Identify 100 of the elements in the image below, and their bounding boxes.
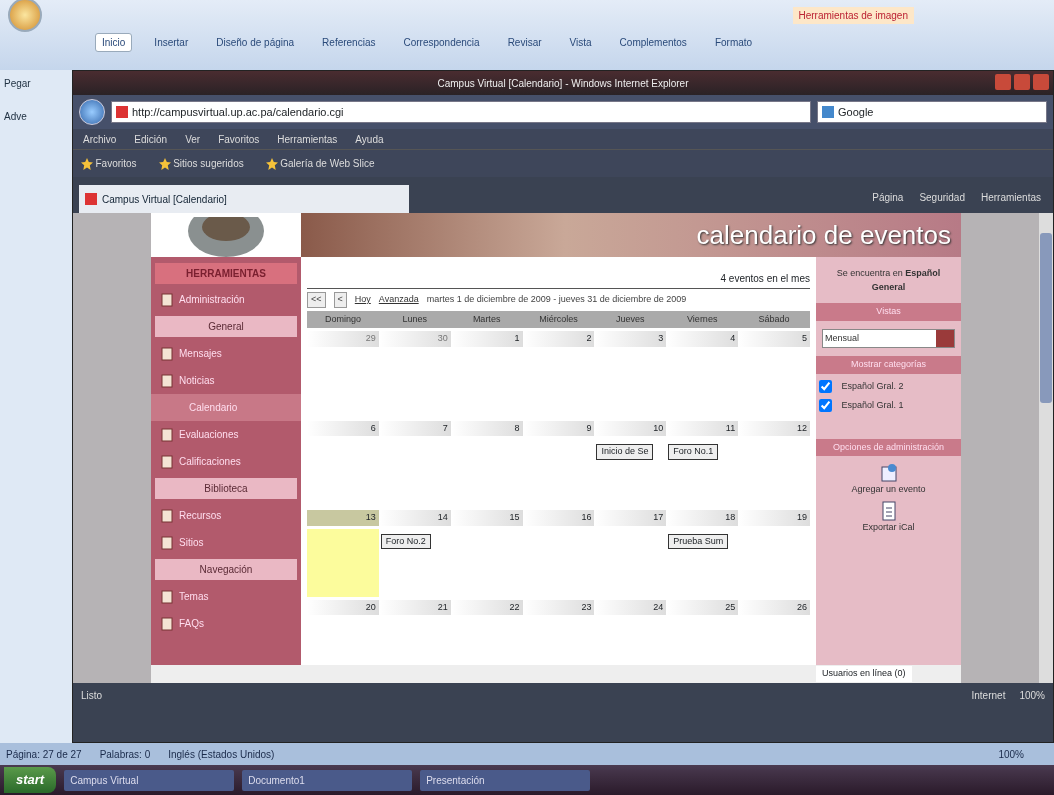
- security-zone: Internet: [971, 688, 1006, 703]
- favorite-link[interactable]: Galería de Web Slice: [265, 156, 375, 171]
- menu-section: Navegación: [155, 559, 297, 580]
- nav-button[interactable]: <: [333, 292, 347, 308]
- weekday-header: Jueves: [594, 310, 667, 328]
- ribbon-tab[interactable]: Formato: [708, 33, 759, 51]
- page-icon: [85, 193, 97, 205]
- weekday-header: Viernes: [666, 310, 739, 328]
- maximize-button[interactable]: [1014, 74, 1030, 90]
- document-icon: [161, 535, 173, 550]
- status-item: Página: 27 de 27: [6, 747, 82, 762]
- day-number: 13: [307, 510, 379, 526]
- action-link[interactable]: Agregar un evento: [851, 482, 926, 496]
- advanced-link[interactable]: Avanzada: [378, 293, 419, 307]
- menu-item[interactable]: Mensajes: [151, 340, 301, 367]
- menu-item[interactable]: Calificaciones: [151, 448, 301, 475]
- menu-item[interactable]: Edición: [134, 131, 168, 147]
- taskbar-button[interactable]: Campus Virtual: [64, 769, 235, 791]
- ribbon-tab[interactable]: Correspondencia: [397, 33, 486, 51]
- back-button[interactable]: [79, 99, 105, 125]
- zoom-level[interactable]: 100%: [998, 746, 1024, 762]
- ribbon-tab[interactable]: Vista: [563, 33, 598, 51]
- category-checkbox[interactable]: [818, 380, 832, 394]
- category-label: Español Gral. 2: [841, 380, 904, 393]
- weekday-header: Domingo: [307, 310, 379, 328]
- start-button[interactable]: start: [4, 767, 57, 793]
- view-select[interactable]: Mensual: [822, 328, 955, 348]
- event-button[interactable]: Foro No.1: [668, 444, 719, 460]
- menu-item[interactable]: FAQs: [151, 610, 301, 637]
- status-item: Inglés (Estados Unidos): [168, 747, 275, 762]
- menu-item[interactable]: Favoritos: [218, 131, 260, 147]
- close-button[interactable]: [1033, 74, 1049, 90]
- menu-item[interactable]: Evaluaciones: [151, 421, 301, 448]
- scrollbar-thumb[interactable]: [1040, 233, 1052, 403]
- side-label: Adve: [4, 110, 28, 124]
- toolbar-menu[interactable]: Herramientas: [980, 190, 1041, 205]
- event-button[interactable]: Prueba Sum: [668, 533, 729, 549]
- today-link[interactable]: Hoy: [354, 293, 371, 307]
- date-range: martes 1 de diciembre de 2009 - jueves 31 de diciembre de 2009: [426, 293, 687, 306]
- section-header: Mostrar categorías: [816, 356, 961, 374]
- page-banner: calendario de eventos: [301, 213, 961, 257]
- menu-item[interactable]: Sitios: [151, 529, 301, 556]
- menu-item[interactable]: Recursos: [151, 502, 301, 529]
- category-checkbox[interactable]: [818, 398, 832, 412]
- minimize-button[interactable]: [995, 74, 1011, 90]
- menu-section: Biblioteca: [155, 478, 297, 499]
- star-icon: [81, 157, 93, 170]
- section-header: Opciones de administración: [816, 438, 961, 456]
- weekday-header: Sábado: [738, 310, 810, 328]
- window-title: Campus Virtual [Calendario] - Windows Internet Explorer: [437, 76, 689, 91]
- menu-item[interactable]: Ayuda: [355, 131, 384, 147]
- document-icon: [161, 508, 173, 523]
- document-icon: [161, 346, 173, 361]
- search-field[interactable]: Google: [817, 101, 1047, 123]
- paste-label[interactable]: Pegar: [4, 76, 68, 91]
- taskbar-button[interactable]: Documento1: [242, 769, 413, 791]
- favorite-link[interactable]: Favoritos: [81, 156, 137, 171]
- status-item: Palabras: 0: [99, 747, 151, 762]
- category-label: Español Gral. 1: [841, 398, 904, 412]
- event-count: 4 eventos en el mes: [307, 267, 810, 289]
- menu-item[interactable]: Herramientas: [277, 131, 338, 147]
- favorite-link[interactable]: Sitios sugeridos: [158, 156, 244, 171]
- document-icon: [161, 373, 173, 388]
- document-icon: [161, 589, 173, 604]
- menu-item[interactable]: Administración: [151, 286, 301, 313]
- toolbar-menu[interactable]: Página: [872, 190, 904, 205]
- weekday-header: Lunes: [378, 310, 451, 328]
- browser-tab[interactable]: Campus Virtual [Calendario]: [79, 185, 409, 213]
- document-icon: [161, 454, 173, 469]
- context-tab[interactable]: Herramientas de imagen: [792, 6, 914, 24]
- action-link[interactable]: Exportar iCal: [862, 521, 915, 535]
- nav-button[interactable]: <<: [307, 292, 326, 308]
- search-provider-icon: [822, 106, 834, 118]
- menu-item[interactable]: Ver: [185, 131, 201, 147]
- ribbon-tab[interactable]: Diseño de página: [210, 33, 301, 51]
- toolbar-menu[interactable]: Seguridad: [919, 190, 965, 205]
- menu-title: HERRAMIENTAS: [155, 263, 297, 284]
- menu-item[interactable]: Archivo: [83, 131, 117, 147]
- menu-section: General: [155, 316, 297, 337]
- menu-item[interactable]: Temas: [151, 583, 301, 610]
- ribbon-tab[interactable]: Referencias: [316, 33, 382, 51]
- ribbon-tab[interactable]: Insertar: [148, 33, 195, 51]
- page-icon: [116, 106, 128, 118]
- taskbar-button[interactable]: Presentación: [420, 769, 591, 791]
- address-field[interactable]: http://campusvirtual.up.ac.pa/calendario.cgi: [111, 101, 811, 123]
- ribbon-tab[interactable]: Inicio: [95, 32, 133, 52]
- star-icon: [265, 157, 278, 170]
- location-text: Se encuentra en Español General: [835, 267, 942, 294]
- zoom-level[interactable]: 100%: [1019, 687, 1045, 703]
- weekday-header: Miércoles: [522, 310, 595, 328]
- ribbon-tab[interactable]: Revisar: [501, 33, 548, 51]
- export-document-icon: [879, 501, 898, 521]
- menu-item[interactable]: Noticias: [151, 367, 301, 394]
- calendar-add-icon: [879, 462, 898, 483]
- event-button[interactable]: Inicio de Se: [596, 444, 654, 460]
- ribbon-tab[interactable]: Complementos: [613, 33, 693, 51]
- document-icon: [161, 292, 173, 307]
- office-button[interactable]: [8, 0, 42, 32]
- star-icon: [158, 157, 171, 170]
- event-button[interactable]: Foro No.2: [380, 533, 431, 549]
